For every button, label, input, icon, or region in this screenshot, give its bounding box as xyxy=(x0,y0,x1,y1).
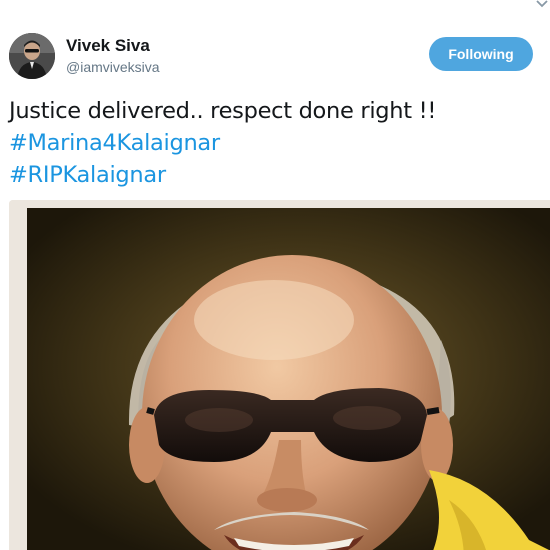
tweet-header: Vivek Siva @iamviveksiva Following xyxy=(9,33,539,81)
tweet-media-photo[interactable] xyxy=(9,200,550,550)
avatar[interactable] xyxy=(9,33,55,79)
following-button[interactable]: Following xyxy=(429,37,533,71)
tweet-text: Justice delivered.. respect done right !… xyxy=(9,95,544,191)
author-display-name[interactable]: Vivek Siva xyxy=(66,36,150,56)
portrait-photo xyxy=(9,200,550,550)
tweet-text-line: Justice delivered.. respect done right !… xyxy=(9,98,437,124)
tweet-card: Vivek Siva @iamviveksiva Following Justi… xyxy=(0,0,550,550)
author-handle[interactable]: @iamviveksiva xyxy=(66,59,160,75)
avatar-image xyxy=(9,33,55,79)
hashtag-link[interactable]: #Marina4Kalaignar xyxy=(9,127,544,159)
hashtag-link[interactable]: #RIPKalaignar xyxy=(9,159,544,191)
chevron-down-icon[interactable] xyxy=(536,0,548,8)
